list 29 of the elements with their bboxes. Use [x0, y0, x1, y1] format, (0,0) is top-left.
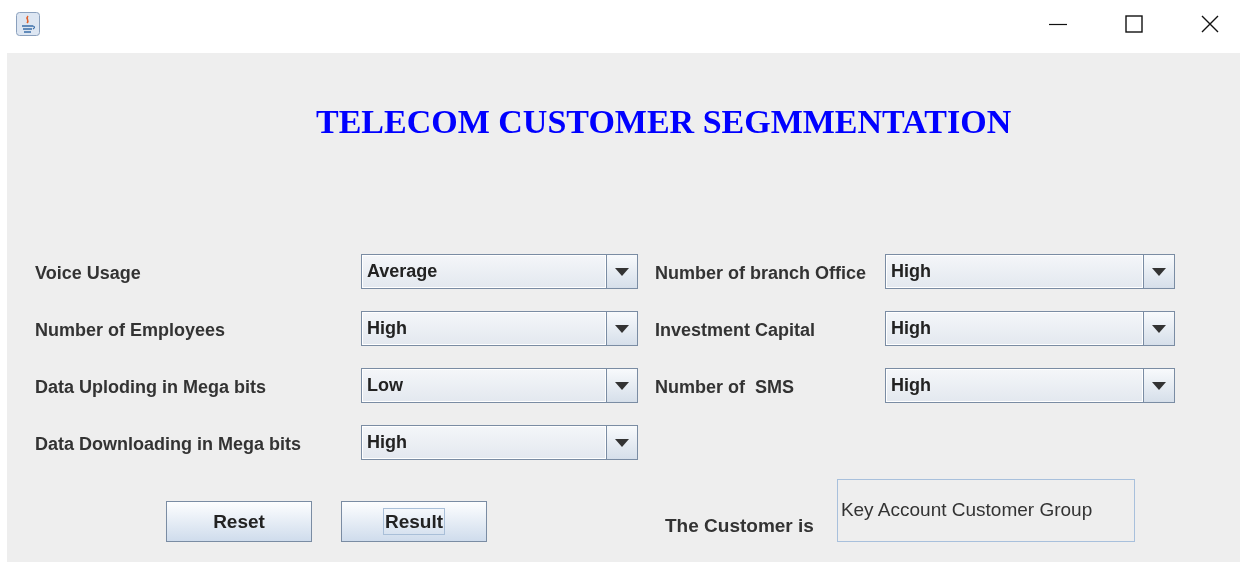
close-icon[interactable] [1201, 14, 1219, 33]
dropdown[interactable]: Low [361, 368, 638, 403]
dropdown[interactable]: High [885, 254, 1175, 289]
result-label: The Customer is [665, 515, 814, 537]
dropdown[interactable]: High [361, 311, 638, 346]
field-label: Number of branch Office [655, 262, 868, 284]
dropdown[interactable]: Average [361, 254, 638, 289]
dropdown[interactable]: High [885, 368, 1175, 403]
dropdown[interactable]: High [361, 425, 638, 460]
dropdown-arrow-icon [615, 324, 629, 333]
field-label: Number of Employees [35, 319, 227, 341]
result-field: Key Account Customer Group [836, 479, 1135, 542]
action-button[interactable]: Result [341, 501, 487, 542]
field-label: Number of SMS [655, 376, 795, 398]
java-app-icon [16, 11, 40, 36]
dropdown-arrow-icon [615, 381, 629, 390]
field-label: Data Uploding in Mega bits [35, 376, 267, 398]
maximize-icon[interactable] [1125, 14, 1143, 33]
field-label: Investment Capital [655, 319, 817, 341]
dropdown-arrow-icon [1152, 381, 1166, 390]
field-label: Data Downloading in Mega bits [35, 433, 302, 455]
app-title: TELECOM CUSTOMER SEGMMENTATION [316, 103, 1012, 140]
action-button[interactable]: Reset [166, 501, 312, 542]
dropdown-arrow-icon [615, 438, 629, 447]
dropdown-arrow-icon [615, 267, 629, 276]
field-label: Voice Usage [35, 262, 142, 284]
dropdown-arrow-icon [1152, 267, 1166, 276]
dropdown[interactable]: High [885, 311, 1175, 346]
dropdown-arrow-icon [1152, 324, 1166, 333]
